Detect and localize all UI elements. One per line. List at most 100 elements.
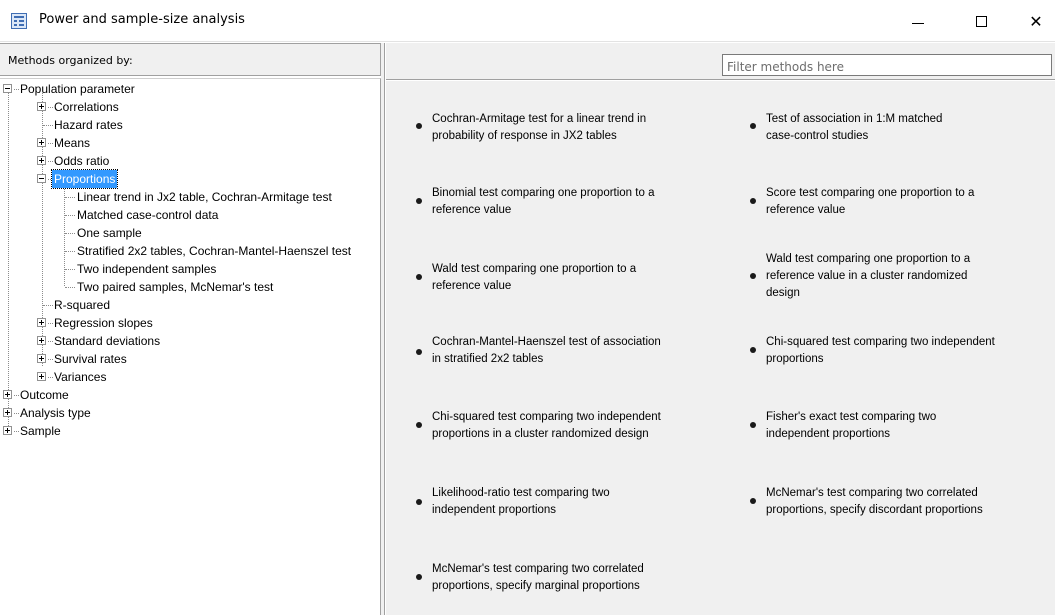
tree-node-analysis-type[interactable]: Analysis type xyxy=(0,404,380,422)
tree-label: Standard deviations xyxy=(54,334,161,348)
tree-node-hazard-rates[interactable]: Hazard rates xyxy=(0,116,380,134)
tree-node-regression-slopes[interactable]: Regression slopes xyxy=(0,314,380,332)
method-line: Wald test comparing one proportion to a xyxy=(766,253,971,265)
method-line: proportions in a cluster randomized desi… xyxy=(432,428,649,440)
method-line: reference value xyxy=(432,280,512,292)
tree-label: Survival rates xyxy=(54,352,127,366)
tree-label: Analysis type xyxy=(20,406,91,420)
method-line: Likelihood-ratio test comparing two xyxy=(432,487,610,499)
maximize-button[interactable] xyxy=(958,0,1004,42)
method-line: independent proportions xyxy=(432,504,557,516)
tree-label: Matched case-control data xyxy=(77,208,219,222)
collapse-icon[interactable] xyxy=(37,174,46,183)
tree-node-survival-rates[interactable]: Survival rates xyxy=(0,350,380,368)
window-title: Power and sample-size analysis xyxy=(39,12,245,27)
expand-icon[interactable] xyxy=(37,318,46,327)
tree-label: Sample xyxy=(20,424,61,438)
tree-node-proportions-child[interactable]: Linear trend in Jx2 table, Cochran-Armit… xyxy=(0,188,380,206)
method-item[interactable]: Chi-squared test comparing two independe… xyxy=(750,334,1040,368)
tree-node-proportions-child[interactable]: Matched case-control data xyxy=(0,206,380,224)
tree-node-outcome[interactable]: Outcome xyxy=(0,386,380,404)
minimize-button[interactable] xyxy=(895,0,941,42)
method-item[interactable]: Wald test comparing one proportion to a r… xyxy=(750,251,1040,302)
bullet-icon xyxy=(416,422,422,428)
close-button[interactable]: ✕ xyxy=(1013,0,1055,42)
methods-panel: Cochran-Armitage test for a linear trend… xyxy=(386,81,1055,615)
method-line: Fisher's exact test comparing two xyxy=(766,411,937,423)
expand-icon[interactable] xyxy=(37,372,46,381)
bullet-icon xyxy=(750,198,756,204)
bullet-icon xyxy=(416,123,422,129)
tree-node-population-parameter[interactable]: Population parameter xyxy=(0,80,380,98)
tree-label: Hazard rates xyxy=(54,118,123,132)
title-bar: Power and sample-size analysis ✕ xyxy=(0,0,1055,42)
tree-node-sample[interactable]: Sample xyxy=(0,422,380,440)
method-line: Chi-squared test comparing two independe… xyxy=(432,411,661,423)
expand-icon[interactable] xyxy=(37,354,46,363)
tree-label: Linear trend in Jx2 table, Cochran-Armit… xyxy=(77,190,332,204)
maximize-icon xyxy=(975,15,987,27)
method-tree[interactable]: Population parameter Correlations Hazard… xyxy=(0,78,381,615)
expand-icon[interactable] xyxy=(37,336,46,345)
method-item[interactable]: Score test comparing one proportion to a… xyxy=(750,185,1040,219)
method-line: McNemar's test comparing two correlated xyxy=(432,563,644,575)
collapse-icon[interactable] xyxy=(3,84,12,93)
method-item[interactable]: Cochran-Mantel-Haenszel test of associat… xyxy=(416,334,706,368)
method-line: proportions, specify marginal proportion… xyxy=(432,580,640,592)
tree-label: Outcome xyxy=(20,388,69,402)
filter-methods-input[interactable] xyxy=(722,54,1052,76)
tree-node-proportions[interactable]: Proportions xyxy=(0,169,380,189)
method-item[interactable]: Fisher's exact test comparing two indepen… xyxy=(750,409,1040,443)
bullet-icon xyxy=(750,273,756,279)
expand-icon[interactable] xyxy=(3,408,12,417)
tree-node-standard-deviations[interactable]: Standard deviations xyxy=(0,332,380,350)
method-line: proportions xyxy=(766,353,824,365)
method-item[interactable]: Cochran-Armitage test for a linear trend… xyxy=(416,111,706,145)
close-icon: ✕ xyxy=(1029,11,1043,31)
method-line: reference value in a cluster randomized xyxy=(766,270,968,282)
tree-label: Population parameter xyxy=(20,82,135,96)
method-item[interactable]: Binomial test comparing one proportion t… xyxy=(416,185,706,219)
method-item[interactable]: McNemar's test comparing two correlated p… xyxy=(416,561,706,595)
expand-icon[interactable] xyxy=(3,426,12,435)
filter-bar xyxy=(386,43,1055,80)
tree-node-proportions-child[interactable]: Stratified 2x2 tables, Cochran-Mantel-Ha… xyxy=(0,242,380,260)
tree-label: Odds ratio xyxy=(54,154,110,168)
method-line: case-control studies xyxy=(766,130,869,142)
tree-node-proportions-child[interactable]: One sample xyxy=(0,224,380,242)
method-line: proportions, specify discordant proporti… xyxy=(766,504,983,516)
bullet-icon xyxy=(750,123,756,129)
method-item[interactable]: McNemar's test comparing two correlated p… xyxy=(750,485,1040,519)
bullet-icon xyxy=(750,347,756,353)
tree-node-odds-ratio[interactable]: Odds ratio xyxy=(0,152,380,170)
bullet-icon xyxy=(416,198,422,204)
tree-label: Means xyxy=(54,136,91,150)
method-item[interactable]: Test of association in 1:M matched case-c… xyxy=(750,111,1040,145)
tree-node-r-squared[interactable]: R-squared xyxy=(0,296,380,314)
tree-node-proportions-child[interactable]: Two independent samples xyxy=(0,260,380,278)
tree-node-correlations[interactable]: Correlations xyxy=(0,98,380,116)
bullet-icon xyxy=(750,498,756,504)
method-line: Chi-squared test comparing two independe… xyxy=(766,336,995,348)
tree-label: One sample xyxy=(77,226,142,240)
tree-label: R-squared xyxy=(54,298,111,312)
tree-label-selected: Proportions xyxy=(50,169,119,189)
method-line: Wald test comparing one proportion to a xyxy=(432,263,637,275)
method-item[interactable]: Chi-squared test comparing two independe… xyxy=(416,409,706,443)
tree-node-proportions-child[interactable]: Two paired samples, McNemar's test xyxy=(0,278,380,296)
tree-label: Two paired samples, McNemar's test xyxy=(77,280,274,294)
tree-node-means[interactable]: Means xyxy=(0,134,380,152)
method-line: in stratified 2x2 tables xyxy=(432,353,544,365)
expand-icon[interactable] xyxy=(37,138,46,147)
expand-icon[interactable] xyxy=(37,102,46,111)
tree-label: Variances xyxy=(54,370,107,384)
bullet-icon xyxy=(416,574,422,580)
method-item[interactable]: Likelihood-ratio test comparing two indep… xyxy=(416,485,706,519)
method-line: independent proportions xyxy=(766,428,891,440)
expand-icon[interactable] xyxy=(37,156,46,165)
tree-node-variances[interactable]: Variances xyxy=(0,368,380,386)
method-item[interactable]: Wald test comparing one proportion to a r… xyxy=(416,261,706,295)
minimize-icon xyxy=(912,22,924,24)
expand-icon[interactable] xyxy=(3,390,12,399)
panel-splitter[interactable] xyxy=(381,43,385,615)
